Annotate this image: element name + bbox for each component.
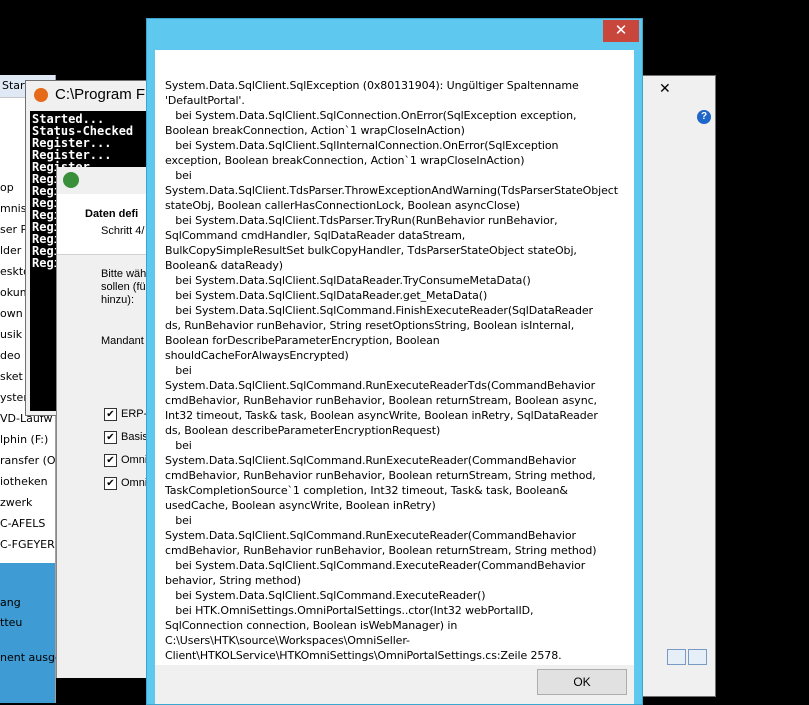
wizard-window[interactable]: Daten defi Schritt 4/ Bitte wäh sollen (… bbox=[56, 167, 152, 678]
option-label: ERP- bbox=[121, 408, 148, 420]
wizard-instruction: Bitte wäh bbox=[101, 268, 147, 280]
nav-item[interactable]: own bbox=[0, 306, 23, 322]
nav-item[interactable]: usik bbox=[0, 327, 22, 343]
explorer-preview-panel bbox=[0, 563, 55, 703]
option-checkbox[interactable]: ✔ bbox=[104, 477, 117, 490]
error-message: System.Data.SqlClient.SqlException (0x80… bbox=[165, 79, 618, 692]
console-title: C:\Program Fi bbox=[55, 86, 149, 103]
wizard-header: Daten defi Schritt 4/ bbox=[57, 194, 152, 255]
nav-item[interactable]: deo bbox=[0, 348, 20, 364]
nav-item[interactable]: ser P bbox=[0, 222, 27, 238]
nav-item[interactable]: mnis bbox=[0, 201, 26, 217]
option-label: Basis bbox=[121, 431, 148, 443]
option-checkbox[interactable]: ✔ bbox=[104, 454, 117, 467]
tiles-view-icon[interactable] bbox=[688, 649, 707, 665]
nav-item[interactable]: lder bbox=[0, 243, 21, 259]
globe-icon bbox=[63, 172, 79, 188]
wizard-heading: Daten defi bbox=[85, 208, 139, 220]
explorer-footer-item: tteu bbox=[0, 616, 23, 629]
details-view-icon[interactable] bbox=[667, 649, 686, 665]
wizard-instruction: sollen (fü bbox=[101, 281, 146, 293]
nav-item[interactable]: op bbox=[0, 180, 14, 196]
error-dialog[interactable]: ✕ System.Data.SqlClient.SqlException (0x… bbox=[146, 18, 643, 705]
nav-item[interactable]: ransfer (O:) bbox=[0, 453, 63, 469]
wizard-step: Schritt 4/ bbox=[101, 225, 145, 237]
nav-item[interactable]: iotheken bbox=[0, 474, 48, 490]
close-icon[interactable]: ✕ bbox=[659, 80, 671, 97]
dialog-close-button[interactable]: ✕ bbox=[603, 20, 639, 42]
option-checkbox[interactable]: ✔ bbox=[104, 431, 117, 444]
nav-item[interactable]: sket bbox=[0, 369, 23, 385]
nav-item[interactable]: lphin (F:) bbox=[0, 432, 48, 448]
nav-item[interactable]: C-FGEYER bbox=[0, 537, 55, 553]
option-checkbox[interactable]: ✔ bbox=[104, 408, 117, 421]
nav-item[interactable]: C-AFELS bbox=[0, 516, 45, 532]
wizard-instruction: hinzu): bbox=[101, 294, 135, 306]
background-window[interactable]: ✕ ? bbox=[639, 75, 716, 697]
option-label: Omni bbox=[121, 454, 148, 466]
mandant-label: Mandant bbox=[101, 335, 144, 347]
explorer-footer-item: ang bbox=[0, 596, 21, 609]
nav-item[interactable]: zwerk bbox=[0, 495, 32, 511]
ok-button[interactable]: OK bbox=[537, 669, 627, 695]
dialog-body: System.Data.SqlClient.SqlException (0x80… bbox=[155, 50, 634, 704]
console-app-icon bbox=[34, 88, 48, 102]
option-label: Omni bbox=[121, 477, 148, 489]
help-icon[interactable]: ? bbox=[697, 110, 711, 124]
